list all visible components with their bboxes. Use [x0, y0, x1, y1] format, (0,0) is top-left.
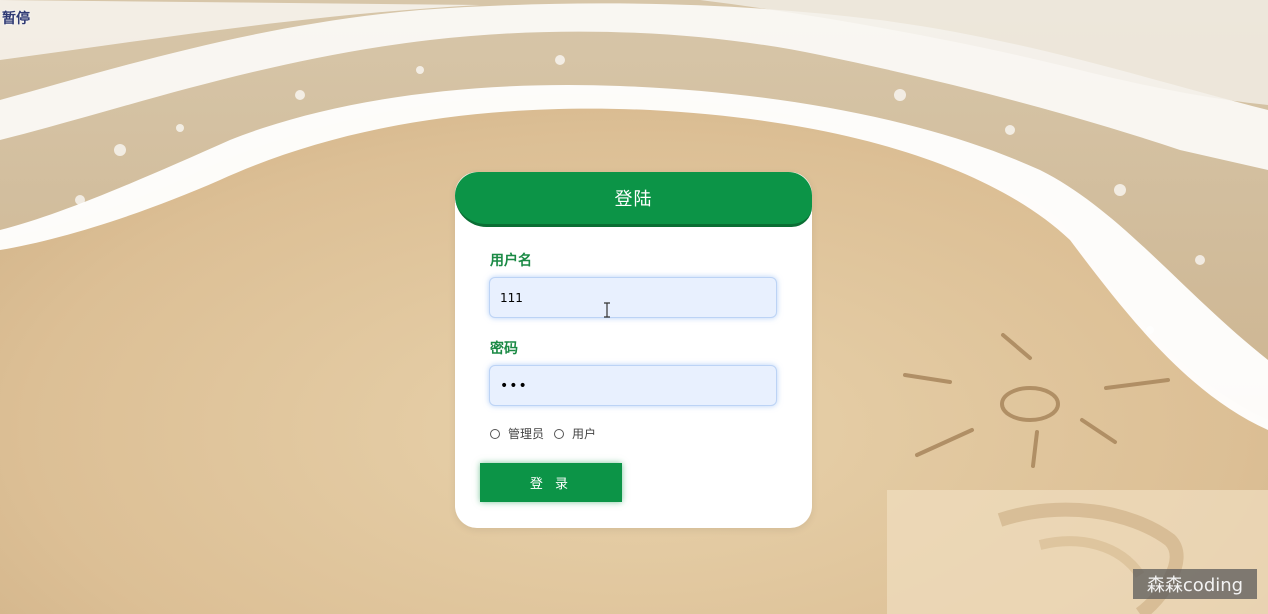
text-cursor-icon	[604, 302, 610, 318]
card-header: 登陆	[455, 172, 812, 227]
admin-radio-label[interactable]: 管理员	[508, 425, 544, 442]
login-card: 登陆 用户名 密码 管理员 用户 登 录	[455, 172, 812, 528]
username-input[interactable]	[489, 277, 777, 318]
user-radio[interactable]	[554, 428, 565, 439]
password-input[interactable]	[489, 365, 777, 406]
admin-radio[interactable]	[490, 428, 500, 439]
password-label: 密码	[490, 341, 518, 357]
username-label: 用户名	[490, 253, 532, 269]
login-button[interactable]: 登 录	[480, 463, 622, 502]
watermark: 森森coding	[1133, 569, 1257, 599]
login-title: 登陆	[614, 189, 653, 210]
user-radio-label[interactable]: 用户	[572, 425, 596, 442]
beach-background: 暂停 登陆 用户名 密码 管理员 用户 登 录 森森coding	[0, 0, 1268, 614]
role-selector: 管理员 用户	[490, 425, 606, 442]
pause-label[interactable]: 暂停	[2, 8, 30, 28]
